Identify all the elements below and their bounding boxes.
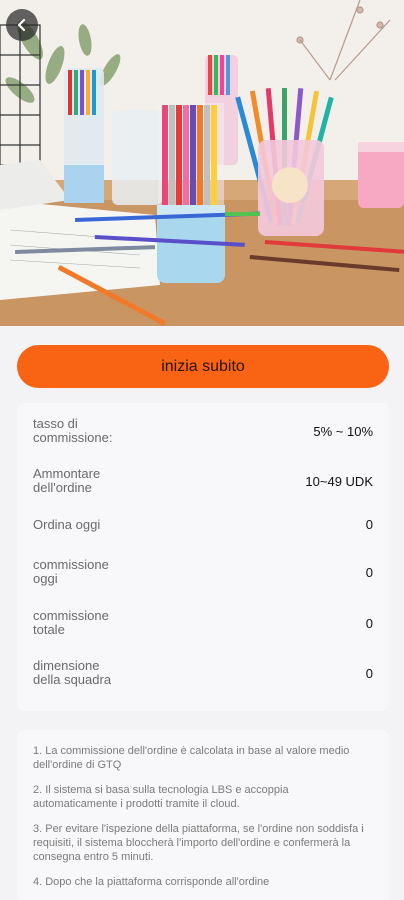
chevron-left-icon <box>17 18 26 32</box>
stat-label: tasso di commissione: <box>33 416 113 445</box>
stats-card: tasso di commissione: 5% ~ 10% Ammontare… <box>17 403 389 711</box>
stat-row-orders-today: Ordina oggi 0 <box>33 517 373 532</box>
stat-value: 10~49 UDK <box>305 473 373 489</box>
stat-label: Ordina oggi <box>33 516 101 532</box>
stat-row-total-commission: commissione totale 0 <box>33 609 373 637</box>
notes-card: 1. La commissione dell'ordine è calcolat… <box>17 730 389 900</box>
stat-value: 0 <box>365 615 373 631</box>
note-item: 4. Dopo che la piattaforma corrisponde a… <box>33 876 270 888</box>
note-item: 2. Il sistema si basa sulla tecnologia L… <box>33 784 289 810</box>
stat-value: 5% ~ 10% <box>313 423 373 439</box>
stat-label: commissione totale <box>33 608 109 637</box>
stat-label: dimensione della squadra <box>33 658 112 687</box>
product-image <box>0 0 404 326</box>
stat-row-commission-today: commissione oggi 0 <box>33 558 373 586</box>
stat-label: commissione oggi <box>33 557 109 586</box>
start-now-button[interactable]: inizia subito <box>17 345 389 388</box>
stat-row-commission-rate: tasso di commissione: 5% ~ 10% <box>33 417 373 445</box>
stat-label: Ammontare dell'ordine <box>33 466 101 495</box>
stat-row-team-size: dimensione della squadra 0 <box>33 659 373 687</box>
stat-value: 0 <box>365 564 373 580</box>
note-item: 1. La commissione dell'ordine è calcolat… <box>33 745 350 771</box>
stat-value: 0 <box>365 665 373 681</box>
back-button[interactable] <box>6 9 38 41</box>
stat-row-order-amount: Ammontare dell'ordine 10~49 UDK <box>33 467 373 495</box>
note-item: 3. Per evitare l'ispezione della piattaf… <box>33 823 364 863</box>
stat-value: 0 <box>365 517 373 532</box>
markers-photo-illustration <box>0 0 404 326</box>
